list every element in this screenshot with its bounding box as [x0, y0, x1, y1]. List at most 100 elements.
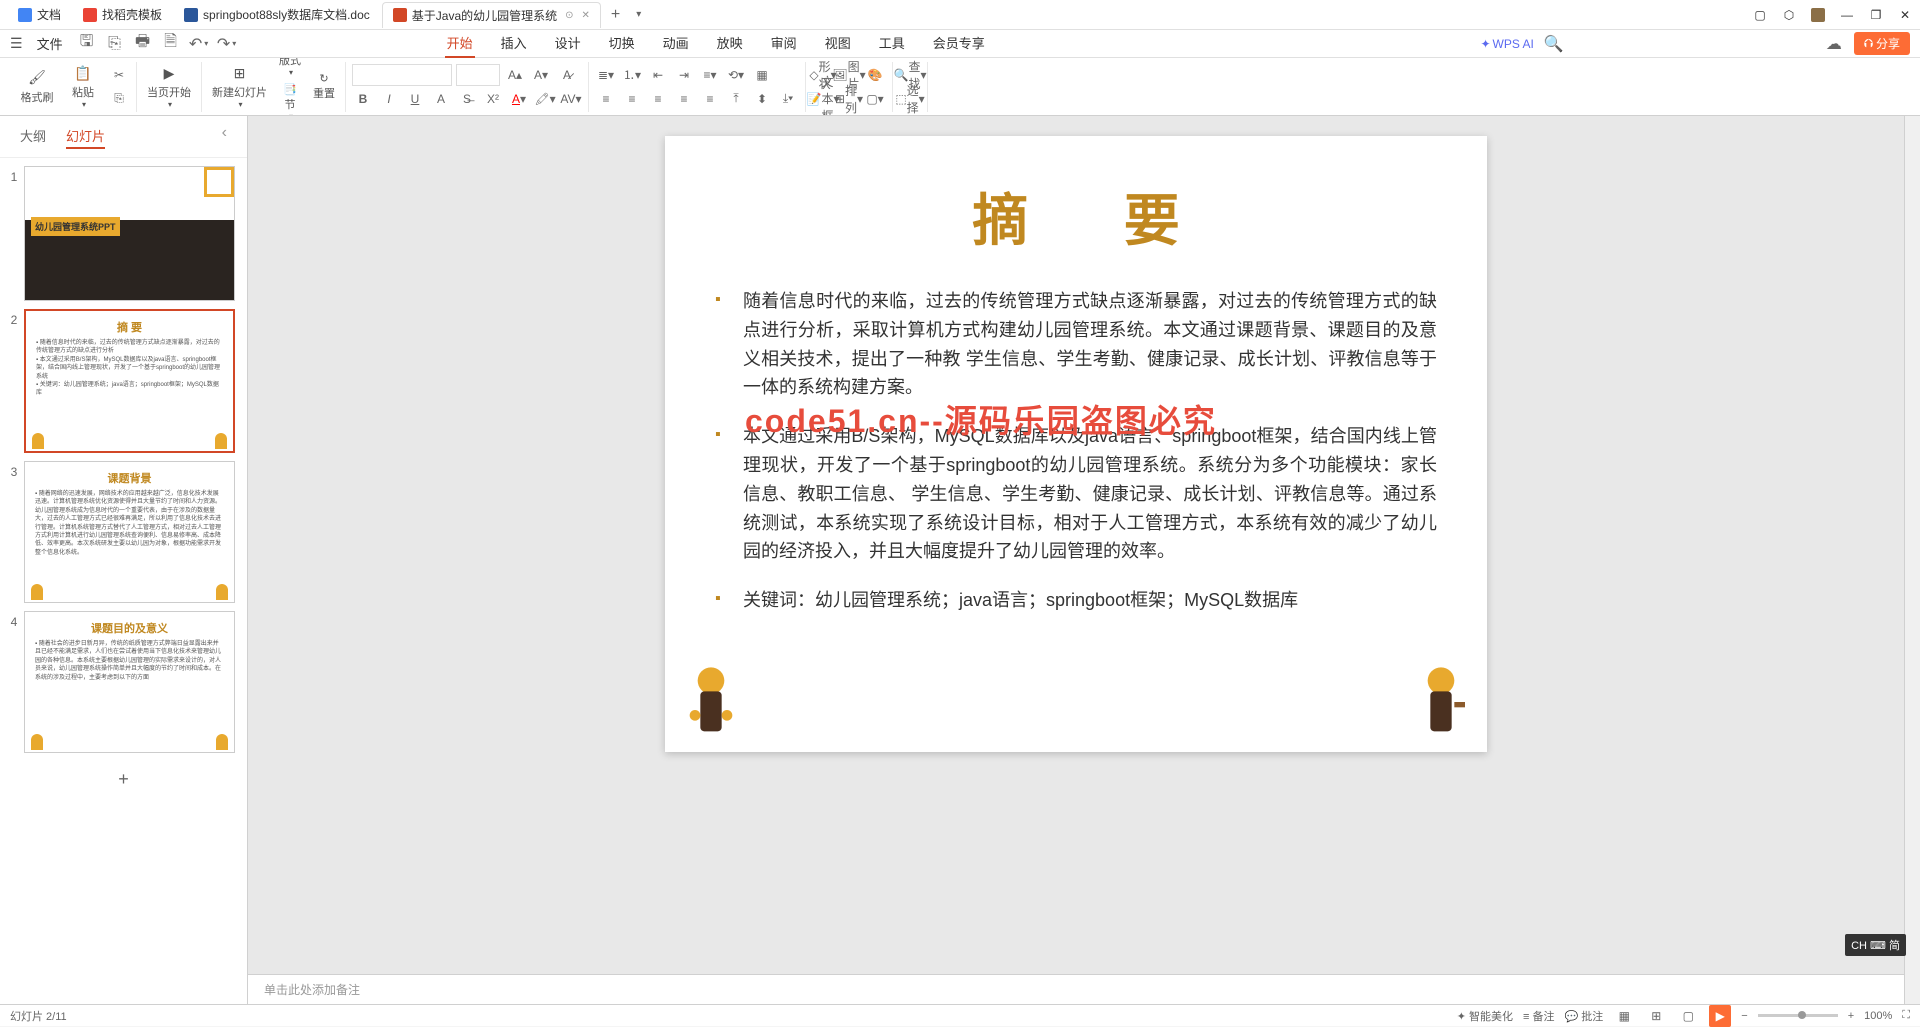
shadow-button[interactable]: A — [430, 88, 452, 110]
clear-format-button[interactable]: A̷ — [556, 64, 578, 86]
menu-tab-insert[interactable]: 插入 — [499, 29, 529, 58]
undo-button[interactable]: ↶▾ — [189, 34, 209, 54]
bullet-item[interactable]: 关键词：幼儿园管理系统；java语言；springboot框架；MySQL数据库 — [715, 586, 1437, 615]
slide-thumbnail-2[interactable]: 摘 要 ▪ 随着信息时代的来临，过去的传统管理方式缺点逐渐暴露，对过去的传统管理… — [24, 309, 235, 453]
menu-tab-member[interactable]: 会员专享 — [931, 29, 987, 58]
increase-indent-button[interactable]: ⇥ — [673, 64, 695, 86]
slide-thumbnail-4[interactable]: 课题目的及意义 ▪ 随着社会的进步日新月异，传统的纸质管理方式弊端日益显露出来并… — [24, 611, 235, 753]
hamburger-icon[interactable]: ☰ — [10, 35, 23, 52]
align-top-button[interactable]: ⤒ — [725, 88, 747, 110]
zoom-level[interactable]: 100% — [1864, 1010, 1892, 1022]
strikethrough-button[interactable]: S̶ — [456, 88, 478, 110]
layout-button[interactable]: 版式▾ — [275, 58, 305, 79]
smart-beautify-button[interactable]: ✦ 智能美化 — [1457, 1008, 1513, 1024]
file-menu[interactable]: 文件 — [31, 32, 69, 55]
select-button[interactable]: ⬚ 选择▾ — [899, 88, 921, 110]
current-slide[interactable]: 摘 要 随着信息时代的来临，过去的传统管理方式缺点逐渐暴露，对过去的传统管理方式… — [665, 136, 1487, 752]
cut-button[interactable]: ✂ — [108, 64, 130, 86]
bullet-list-button[interactable]: ≣▾ — [595, 64, 617, 86]
slide-bullets[interactable]: 随着信息时代的来临，过去的传统管理方式缺点逐渐暴露，对过去的传统管理方式的缺点进… — [715, 287, 1437, 615]
arrange-button[interactable]: ⊞ 排列▾ — [838, 88, 860, 110]
zoom-slider[interactable] — [1758, 1014, 1838, 1017]
print-preview-icon[interactable]: 🗎 — [161, 34, 181, 54]
bold-button[interactable]: B — [352, 88, 374, 110]
outline-icon[interactable]: ▢▾ — [864, 88, 886, 110]
format-painter-button[interactable]: 🖌格式刷 — [16, 67, 58, 107]
align-bottom-button[interactable]: ⤓▾ — [777, 88, 799, 110]
redo-button[interactable]: ↷▾ — [217, 34, 237, 54]
align-center-button[interactable]: ≡ — [621, 88, 643, 110]
comments-toggle[interactable]: 💬 批注 — [1565, 1008, 1604, 1024]
distribute-button[interactable]: ≡ — [699, 88, 721, 110]
slides-tab[interactable]: 幻灯片 — [66, 124, 105, 149]
menu-tab-design[interactable]: 设计 — [553, 29, 583, 58]
tab-template[interactable]: 找稻壳模板 — [73, 2, 172, 27]
char-spacing-button[interactable]: AV▾ — [560, 88, 582, 110]
save-icon[interactable]: 🖫 — [77, 34, 97, 54]
zoom-out-button[interactable]: − — [1741, 1010, 1747, 1022]
align-middle-button[interactable]: ⬍ — [751, 88, 773, 110]
columns-button[interactable]: ▦ — [751, 64, 773, 86]
decrease-indent-button[interactable]: ⇤ — [647, 64, 669, 86]
tab-word[interactable]: springboot88sly数据库文档.doc — [174, 2, 380, 27]
textbox-button[interactable]: 📝 文本框▾ — [812, 88, 834, 110]
tab-ppt-active[interactable]: 基于Java的幼儿园管理系统⊙✕ — [382, 2, 601, 28]
slide-canvas[interactable]: 摘 要 随着信息时代的来临，过去的传统管理方式缺点逐渐暴露，对过去的传统管理方式… — [248, 116, 1904, 974]
slide-thumbnail-3[interactable]: 课题背景 ▪ 随着网络的迅速发展，网络技术的应用越来越广泛，信息化技术发展迅速。… — [24, 461, 235, 603]
paste-button[interactable]: 📋粘贴▾ — [62, 62, 104, 111]
notes-toggle[interactable]: ≡ 备注 — [1523, 1008, 1554, 1024]
maximize-button[interactable]: ❐ — [1869, 8, 1883, 22]
window-tab-icon[interactable]: ▢ — [1753, 8, 1767, 22]
wps-ai-button[interactable]: ✦ WPS AI — [1480, 37, 1533, 51]
right-sidebar[interactable] — [1904, 116, 1920, 1004]
underline-button[interactable]: U — [404, 88, 426, 110]
new-tab-button[interactable]: + — [603, 4, 628, 26]
ime-badge[interactable]: CH ⌨ 简 — [1845, 934, 1906, 956]
tab-menu-button[interactable]: ▾ — [628, 7, 649, 22]
slide-thumbnail-1[interactable]: 幼儿园管理系统PPT — [24, 166, 235, 301]
print-icon[interactable]: 🖶 — [133, 34, 153, 54]
normal-view-icon[interactable]: ▦ — [1613, 1005, 1635, 1027]
menu-tab-view[interactable]: 视图 — [823, 29, 853, 58]
slide-title[interactable]: 摘 要 — [715, 176, 1437, 257]
export-icon[interactable]: ⎘ — [105, 34, 125, 54]
text-direction-button[interactable]: ⟲▾ — [725, 64, 747, 86]
font-color-button[interactable]: A▾ — [508, 88, 530, 110]
menu-tab-transition[interactable]: 切换 — [607, 29, 637, 58]
justify-button[interactable]: ≡ — [673, 88, 695, 110]
cloud-icon[interactable]: ☁ — [1824, 34, 1844, 54]
italic-button[interactable]: I — [378, 88, 400, 110]
tab-close-icon[interactable]: ✕ — [582, 10, 590, 21]
start-current-button[interactable]: ▶当页开始▾ — [143, 62, 195, 111]
search-icon[interactable]: 🔍 — [1544, 34, 1564, 54]
cube-icon[interactable]: ⬡ — [1782, 8, 1796, 22]
sorter-view-icon[interactable]: ⊞ — [1645, 1005, 1667, 1027]
new-slide-button[interactable]: ⊞新建幻灯片▾ — [208, 62, 271, 111]
menu-tab-slideshow[interactable]: 放映 — [715, 29, 745, 58]
fill-icon[interactable]: 🎨 — [864, 64, 886, 86]
increase-font-button[interactable]: A▴ — [504, 64, 526, 86]
close-icon[interactable]: ⊙ — [565, 10, 573, 21]
number-list-button[interactable]: ⒈▾ — [621, 64, 643, 86]
collapse-panel-icon[interactable]: ‹ — [222, 124, 227, 149]
decrease-font-button[interactable]: A▾ — [530, 64, 552, 86]
section-button[interactable]: 📑 节▾ — [275, 81, 305, 116]
tab-doc[interactable]: 文档 — [8, 2, 71, 27]
font-size-select[interactable] — [456, 64, 500, 86]
menu-tab-start[interactable]: 开始 — [445, 29, 475, 58]
reset-button[interactable]: ↻ 重置 — [309, 70, 339, 103]
close-window-button[interactable]: ✕ — [1898, 8, 1912, 22]
copy-button[interactable]: ⎘ — [108, 88, 130, 110]
bullet-item[interactable]: 随着信息时代的来临，过去的传统管理方式缺点逐渐暴露，对过去的传统管理方式的缺点进… — [715, 287, 1437, 402]
line-spacing-button[interactable]: ≡▾ — [699, 64, 721, 86]
align-left-button[interactable]: ≡ — [595, 88, 617, 110]
share-button[interactable]: ⮉ 分享 — [1854, 32, 1910, 55]
superscript-button[interactable]: X² — [482, 88, 504, 110]
avatar-icon[interactable] — [1811, 8, 1825, 22]
fit-window-button[interactable]: ⛶ — [1902, 1009, 1910, 1022]
menu-tab-animation[interactable]: 动画 — [661, 29, 691, 58]
font-family-select[interactable] — [352, 64, 452, 86]
menu-tab-tools[interactable]: 工具 — [877, 29, 907, 58]
menu-tab-review[interactable]: 审阅 — [769, 29, 799, 58]
slideshow-view-icon[interactable]: ▶ — [1709, 1005, 1731, 1027]
